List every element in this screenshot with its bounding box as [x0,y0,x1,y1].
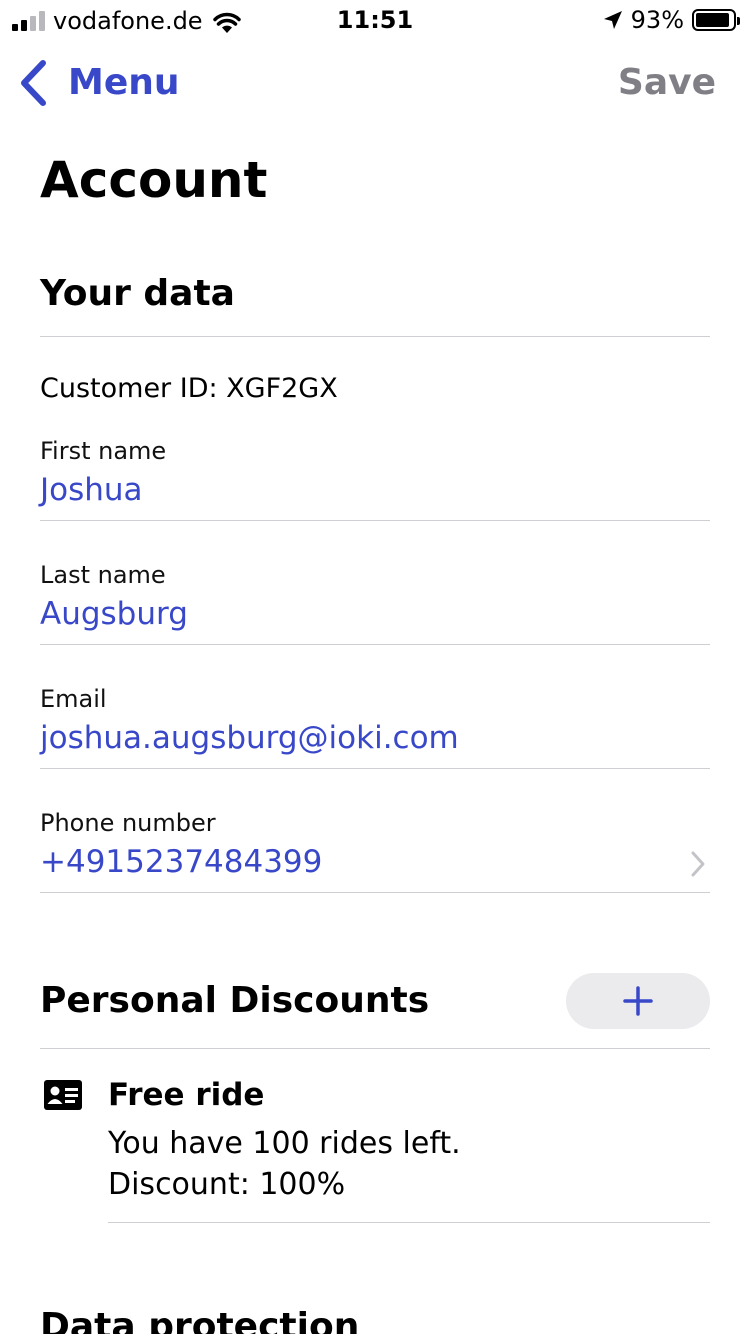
personal-discounts-heading: Personal Discounts [40,980,430,1021]
id-card-icon [44,1080,82,1110]
phone-number-value: +4915237484399 [40,844,323,880]
save-button[interactable]: Save [618,58,716,108]
divider [40,336,710,337]
add-discount-button[interactable] [566,973,710,1029]
status-bar: vodafone.de 11:51 93% [0,0,750,40]
field-label: Last name [40,561,166,589]
discount-percentage: Discount: 100% [108,1167,346,1202]
email-field[interactable]: Email joshua.augsburg@ioki.com [40,668,710,792]
field-label: Email [40,685,107,713]
last-name-field[interactable]: Last name Augsburg [40,544,710,668]
first-name-value[interactable]: Joshua [40,470,143,510]
back-button-label: Menu [68,62,180,103]
field-label: Phone number [40,809,216,837]
battery-icon [692,9,740,31]
divider [40,892,710,893]
divider [40,1048,710,1049]
email-value[interactable]: joshua.augsburg@ioki.com [40,718,459,758]
battery-level [696,13,730,27]
your-data-heading: Your data [40,273,235,314]
page-title: Account [40,151,268,209]
divider [40,644,710,645]
last-name-value[interactable]: Augsburg [40,594,188,634]
customer-id: Customer ID: XGF2GX [40,373,338,404]
chevron-right-icon [691,851,705,877]
divider [40,768,710,769]
battery-percent: 93% [630,6,684,34]
phone-number-field[interactable]: Phone number +4915237484399 [40,792,710,916]
status-right: 93% [603,5,740,35]
discount-title: Free ride [108,1077,265,1113]
location-arrow-icon [603,11,622,29]
plus-icon [623,986,653,1016]
back-button[interactable]: Menu [18,58,180,108]
divider [108,1222,710,1223]
divider [40,520,710,521]
field-label: First name [40,437,167,465]
data-protection-heading: Data protection [40,1306,360,1334]
chevron-left-icon [21,60,46,106]
discount-rides-left: You have 100 rides left. [108,1126,461,1161]
first-name-field[interactable]: First name Joshua [40,420,710,544]
